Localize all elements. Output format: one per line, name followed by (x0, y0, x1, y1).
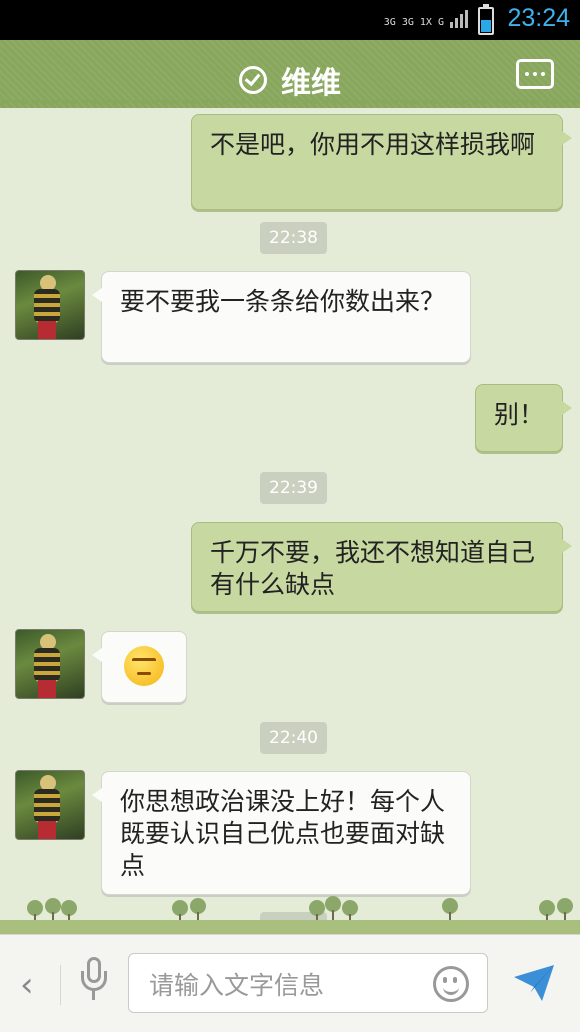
timestamp: 22:39 (260, 472, 327, 504)
signal-strength-icon (450, 6, 468, 28)
send-arrow-icon[interactable] (512, 963, 556, 1003)
network-type-indicator: 3G 3G 1X G (383, 17, 444, 28)
battery-icon (478, 4, 494, 35)
message-bubble-incoming[interactable] (92, 631, 187, 703)
message-bubble-incoming[interactable]: 你思想政治课没上好！每个人既要认识自己优点也要面对缺点 (92, 771, 471, 895)
divider (60, 965, 61, 1005)
message-bubble-outgoing[interactable]: 别！ (475, 384, 572, 452)
decorative-landscape (0, 896, 580, 934)
message-bubble-incoming[interactable]: 要不要我一条条给你数出来？ (92, 271, 471, 363)
more-options-button[interactable] (516, 59, 554, 89)
message-list[interactable]: 不是吧，你用不用这样损我啊 22:38 要不要我一条条给你数出来？ 别！ 22:… (0, 108, 580, 934)
contact-avatar[interactable] (15, 270, 85, 340)
status-clock: 23:24 (507, 4, 570, 32)
message-input-placeholder: 请输入文字信息 (149, 971, 325, 1000)
annoyed-face-emoji (124, 646, 164, 686)
contact-avatar[interactable] (15, 629, 85, 699)
check-circle-icon (239, 66, 267, 94)
input-bar: ‹ 请输入文字信息 (0, 934, 580, 1032)
contact-avatar[interactable] (15, 770, 85, 840)
timestamp: 22:38 (260, 222, 327, 254)
status-icons: 3G 3G 1X G (384, 6, 468, 28)
smiley-icon[interactable] (433, 966, 469, 1002)
message-bubble-outgoing[interactable]: 不是吧，你用不用这样损我啊 (191, 114, 572, 210)
message-input[interactable]: 请输入文字信息 (128, 953, 488, 1013)
chat-title: 维维 (281, 66, 341, 101)
timestamp: 22:40 (260, 722, 327, 754)
chevron-left-icon[interactable]: ‹ (20, 965, 34, 1005)
microphone-icon[interactable] (80, 957, 108, 1009)
more-dots-icon (525, 72, 529, 76)
status-bar: 3G 3G 1X G 23:24 (0, 0, 580, 40)
chat-title-group: 维维 (0, 58, 580, 102)
message-bubble-outgoing[interactable]: 千万不要，我还不想知道自己有什么缺点 (191, 522, 572, 612)
